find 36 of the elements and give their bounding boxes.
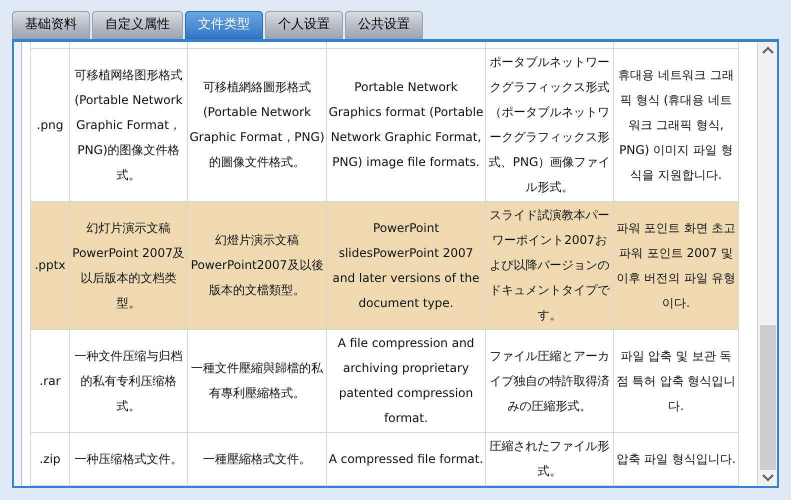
table-row[interactable]: .rar 一种文件压缩与归档的私有专利压缩格式。 一種文件壓縮與歸檔的私有專利壓縮格式。 A file compression and archiving proprietary patented compression format. ファイル圧縮とアーカイブ独自の特許取得済みの圧縮形式。 파일 압축 및 보관 독점 특허 압축 형식입니다. (30, 330, 739, 433)
table-cell: 一種文件壓縮與歸檔的私有專利壓縮格式。 (188, 330, 327, 432)
table-cell: ファイル圧縮とアーカイブ独自の特許取得済みの圧縮形式。 (486, 330, 614, 432)
table-cell: 一種壓縮格式文件。 (188, 433, 327, 485)
table-cell: 파워 포인트 화면 초고 파워 포인트 2007 및 이후 버전의 파일 유형 이다. (614, 202, 739, 329)
table-cell: 可移植网络图形格式(Portable Network Graphic Format，PNG)的图像文件格式。 (70, 49, 188, 201)
table-cell: 幻灯片演示文稿PowerPoint 2007及以后版本的文档类型。 (70, 202, 188, 329)
scroll-down-icon[interactable] (762, 474, 774, 482)
tab[interactable]: 个人设置 (265, 11, 343, 39)
scrollbar[interactable] (757, 42, 777, 486)
table-cell: 파일 압축 및 보관 독점 특허 압축 형식입니다. (614, 330, 739, 432)
scroll-up-icon[interactable] (762, 46, 774, 54)
table-cell: 幻燈片演示文稿PowerPoint2007及以後版本的文檔類型。 (188, 202, 327, 329)
table-cell: スライド試演教本パーワーポイント2007および以降バージョンのドキュメントタイプです。 (486, 202, 614, 329)
table-cell: 一种压缩格式文件。 (70, 433, 188, 485)
table-cell: .png (31, 49, 70, 201)
scroll-thumb[interactable] (760, 325, 776, 470)
table-cell: 一种文件压缩与归档的私有专利压缩格式。 (70, 330, 188, 432)
table-row[interactable] (30, 202, 739, 330)
table-cell: .pptx (31, 202, 70, 329)
table-cell: ポータブルネットワークグラフィックス形式（ポータブルネットワークグラフィックス形式、PNG）画像ファイル形式。 (486, 49, 614, 201)
table-row[interactable]: .zip 一种压缩格式文件。 一種壓縮格式文件。 A compressed file format. 圧縮されたファイル形式。 압축 파일 형식입니다. (30, 433, 739, 486)
table-cell: .zip (31, 433, 70, 485)
table-cell: 압축 파일 형식입니다. (614, 433, 739, 485)
table-cell: A compressed file format. (327, 433, 486, 485)
table-cell: PowerPoint slidesPowerPoint 2007 and later versions of the document type. (327, 202, 486, 329)
table-cell: 可移植網絡圖形格式(Portable Network Graphic Format，PNG)的圖像文件格式。 (188, 49, 327, 201)
table-cell: 圧縮されたファイル形式。 (486, 433, 614, 485)
table-row[interactable] (30, 49, 739, 202)
tab[interactable]: 自定义属性 (92, 11, 183, 39)
table-cell: .rar (31, 330, 70, 432)
table-cell: Portable Network Graphics format (Portable Network Graphic Format, PNG) image file formats. (327, 49, 486, 201)
tab[interactable]: 公共设置 (345, 11, 423, 39)
table-cell: 휴대용 네트워크 그래픽 형식 (휴대용 네트워크 그래픽 형식, PNG) 이미지 파일 형식을 지원합니다. (614, 49, 739, 201)
table-cell: A file compression and archiving proprietary patented compression format. (327, 330, 486, 432)
tab[interactable]: 基础资料 (12, 11, 90, 39)
